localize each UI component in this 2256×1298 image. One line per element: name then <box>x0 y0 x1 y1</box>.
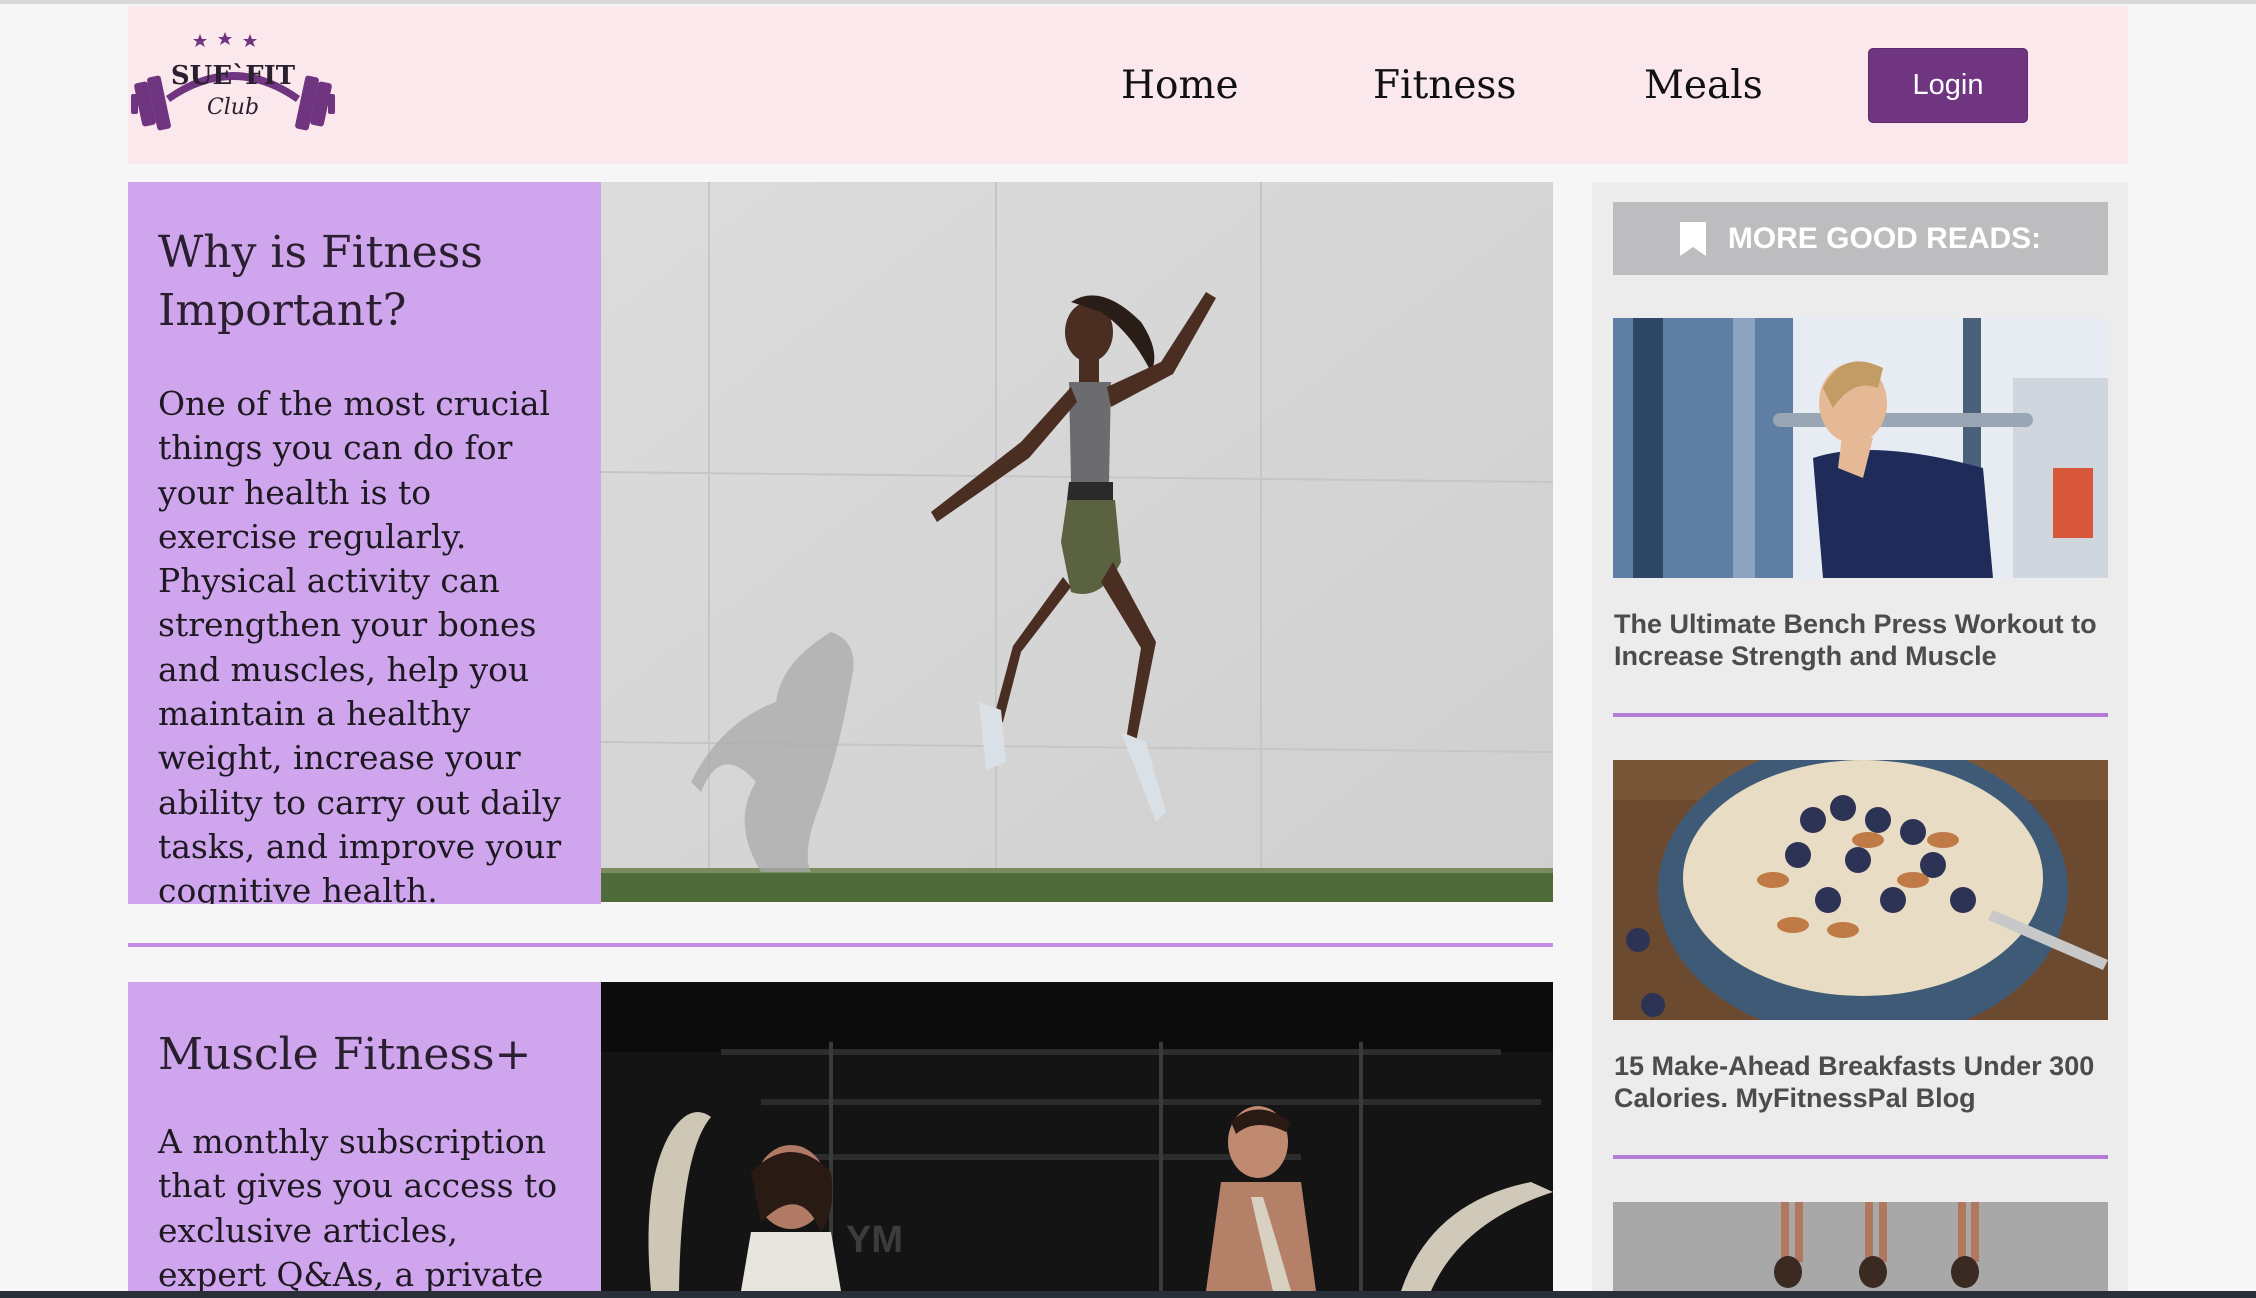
sidebar-heading-text: MORE GOOD READS: <box>1727 221 2042 255</box>
read-divider <box>1613 1155 2108 1159</box>
article-card-text: Muscle Fitness+ A monthly subscription t… <box>128 982 601 1291</box>
read-title[interactable]: The Ultimate Bench Press Workout to Incr… <box>1614 608 2114 672</box>
sidebar-heading: MORE GOOD READS: <box>1613 202 2108 275</box>
login-button[interactable]: Login <box>1868 48 2028 123</box>
article-title: Muscle Fitness+ <box>158 1029 532 1080</box>
article-card-text: Why is Fitness Important? One of the mos… <box>128 182 601 904</box>
bookmark-icon <box>1679 221 1706 256</box>
logo-graphic: SUE`FIT Club <box>131 32 335 131</box>
article-divider <box>128 943 1553 947</box>
window-bottom-bar <box>0 1291 2256 1298</box>
article-body: A monthly subscription that gives you ac… <box>158 1122 558 1291</box>
window-top-border <box>0 0 2256 4</box>
svg-text:YM: YM <box>846 1219 903 1261</box>
read-divider <box>1613 713 2108 717</box>
woman-jumping-photo <box>601 182 1553 902</box>
article-body: One of the most crucial things you can d… <box>158 384 562 904</box>
article-title: Why is Fitness Important? <box>158 227 483 336</box>
nav-fitness[interactable]: Fitness <box>1373 58 1516 114</box>
read-title[interactable]: 15 Make-Ahead Breakfasts Under 300 Calor… <box>1614 1050 2114 1114</box>
bench-press-photo[interactable] <box>1613 318 2108 578</box>
nav-home[interactable]: Home <box>1121 58 1239 114</box>
oatmeal-bowl-photo[interactable] <box>1613 760 2108 1020</box>
logo-text-top: SUE`FIT <box>171 61 296 91</box>
logo-text-bottom: Club <box>207 95 259 120</box>
battle-ropes-gym-photo: YM <box>601 982 1553 1291</box>
yoga-group-photo[interactable] <box>1613 1202 2108 1291</box>
site-logo[interactable]: SUE`FIT Club <box>128 26 338 138</box>
nav-meals[interactable]: Meals <box>1644 58 1763 114</box>
